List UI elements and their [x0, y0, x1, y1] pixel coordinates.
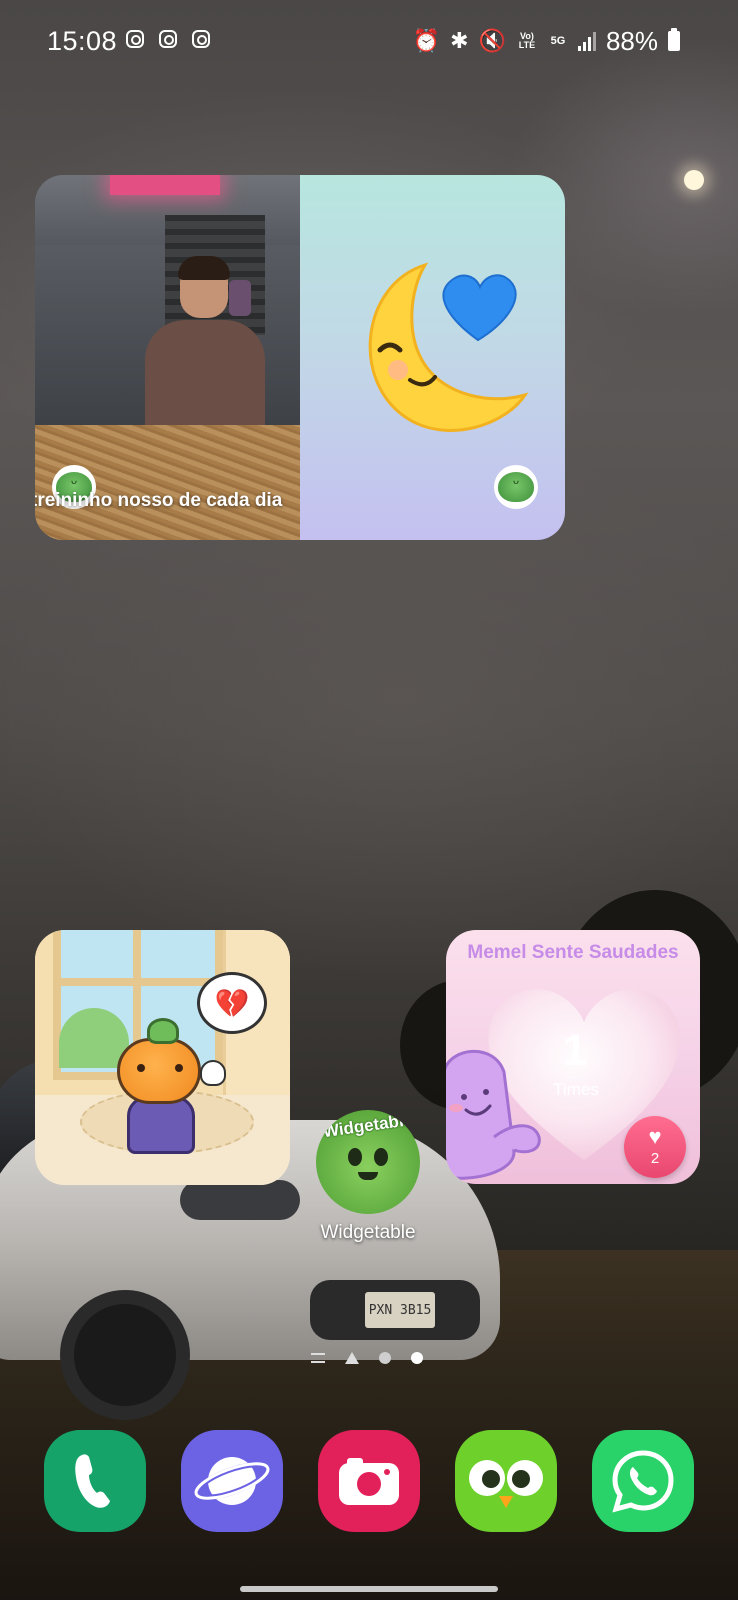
menu-icon[interactable]	[311, 1353, 325, 1363]
status-bar: 15:08 ⏰ ✱ 🔇 Vo) LTE 5G 88%	[0, 0, 738, 80]
pumpkin-character[interactable]	[117, 1018, 207, 1154]
alarm-icon: ⏰	[412, 28, 441, 53]
widgetable-icon-text: Widgetable	[321, 1110, 415, 1142]
instagram-icon	[192, 30, 210, 48]
home-page-icon[interactable]	[345, 1352, 359, 1364]
signal-icon	[577, 31, 596, 51]
duolingo-icon	[469, 1460, 543, 1508]
selfie-photo[interactable]: treininho nosso de cada dia	[35, 175, 300, 540]
samsung-internet-app[interactable]	[181, 1430, 283, 1532]
duolingo-app[interactable]	[455, 1430, 557, 1532]
purple-blob-character	[446, 1049, 541, 1180]
neon-light	[110, 175, 220, 195]
heart-icon: ♥	[648, 1124, 662, 1149]
broccoli-face	[344, 1148, 392, 1188]
page-dot[interactable]	[379, 1352, 391, 1364]
page-indicator[interactable]	[311, 1352, 423, 1364]
moon-heart-icon	[368, 262, 529, 432]
pumpkin-stem	[147, 1018, 179, 1044]
phone-app[interactable]	[44, 1430, 146, 1532]
system-icons: ⏰ ✱ 🔇 Vo) LTE 5G 88%	[413, 26, 680, 56]
ghost-icon	[200, 1060, 226, 1086]
person	[145, 256, 265, 430]
gesture-bar[interactable]	[240, 1586, 498, 1592]
love-count: 2	[650, 1150, 660, 1167]
widget-title: Memel Sente Saudades	[467, 942, 679, 963]
instagram-icon	[126, 30, 144, 48]
pumpkin-eyes	[137, 1064, 183, 1074]
5g-icon: 5G	[550, 34, 566, 47]
car-wheel	[60, 1290, 190, 1420]
widgetable-avatar-icon[interactable]	[494, 465, 538, 509]
whatsapp-icon	[612, 1450, 674, 1513]
mute-icon: 🔇	[478, 28, 506, 53]
photo-caption: treininho nosso de cada dia	[35, 490, 283, 511]
pumpkin-pet-widget[interactable]: 💔	[35, 930, 290, 1185]
samsung-internet-icon	[194, 1457, 270, 1505]
sky-moon	[684, 170, 704, 190]
car-headlight	[180, 1180, 300, 1220]
send-love-button[interactable]: ♥ 2	[624, 1116, 686, 1178]
clock: 15:08	[47, 26, 118, 56]
shirt	[145, 320, 265, 430]
phone-icon	[75, 1454, 110, 1508]
page-dot-active[interactable]	[411, 1352, 423, 1364]
camera-app[interactable]	[318, 1430, 420, 1532]
battery-percent: 88%	[605, 25, 658, 56]
app-label: Widgetable	[320, 1222, 416, 1243]
photo-widget[interactable]: treininho nosso de cada dia	[35, 175, 565, 540]
instagram-icon	[159, 30, 177, 48]
broken-heart-icon: 💔	[197, 972, 267, 1034]
dock	[0, 1430, 738, 1532]
camera-icon	[339, 1458, 399, 1505]
miss-count: 1	[562, 1026, 588, 1075]
battery-icon	[668, 28, 680, 51]
widgetable-icon[interactable]: Widgetable	[316, 1110, 420, 1214]
widgetable-app[interactable]: Widgetable Widgetable	[314, 1110, 422, 1243]
bluetooth-icon: ✱	[450, 28, 469, 53]
volte-icon: Vo) LTE	[518, 31, 536, 50]
car-plate: PXN 3B15	[365, 1292, 435, 1328]
hair	[178, 256, 230, 280]
memel-counter-widget[interactable]: Memel Sente Saudades 1 Times ♥ 2	[446, 930, 700, 1184]
wizard-robe	[127, 1096, 195, 1154]
phone	[229, 280, 251, 316]
whatsapp-app[interactable]	[592, 1430, 694, 1532]
emoji-panel[interactable]	[300, 175, 565, 540]
